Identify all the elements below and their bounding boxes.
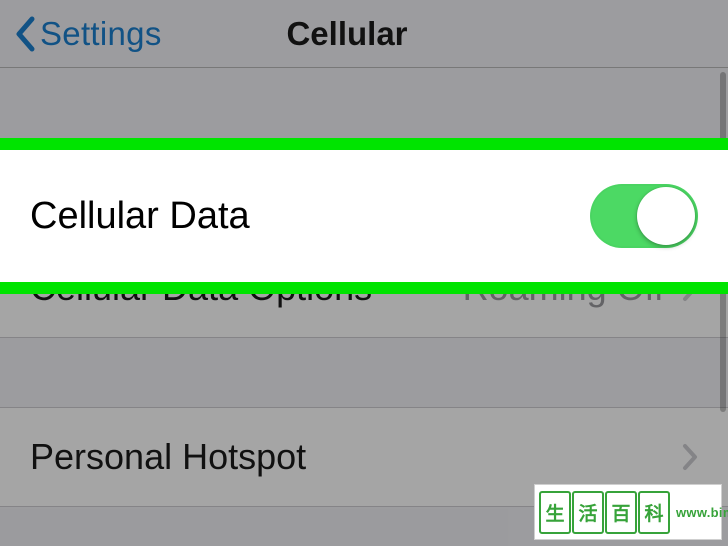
navigation-bar: Settings Cellular xyxy=(0,0,728,68)
toggle-knob-hl xyxy=(637,187,695,245)
group-spacer xyxy=(0,68,728,140)
cellular-settings-screen: Settings Cellular Cellular Data Cellular… xyxy=(0,0,728,546)
personal-hotspot-row[interactable]: Personal Hotspot xyxy=(0,407,728,507)
chevron-right-icon xyxy=(682,443,698,471)
cellular-data-label-hl: Cellular Data xyxy=(30,195,590,238)
cellular-data-toggle-hl[interactable] xyxy=(590,184,698,248)
page-title: Cellular xyxy=(286,15,407,52)
back-button[interactable]: Settings xyxy=(0,15,162,53)
personal-hotspot-label: Personal Hotspot xyxy=(30,436,682,478)
group-spacer-2 xyxy=(0,338,728,408)
cellular-data-row-highlight[interactable]: Cellular Data xyxy=(0,150,728,282)
back-label: Settings xyxy=(40,15,162,53)
chevron-left-icon xyxy=(14,16,36,52)
